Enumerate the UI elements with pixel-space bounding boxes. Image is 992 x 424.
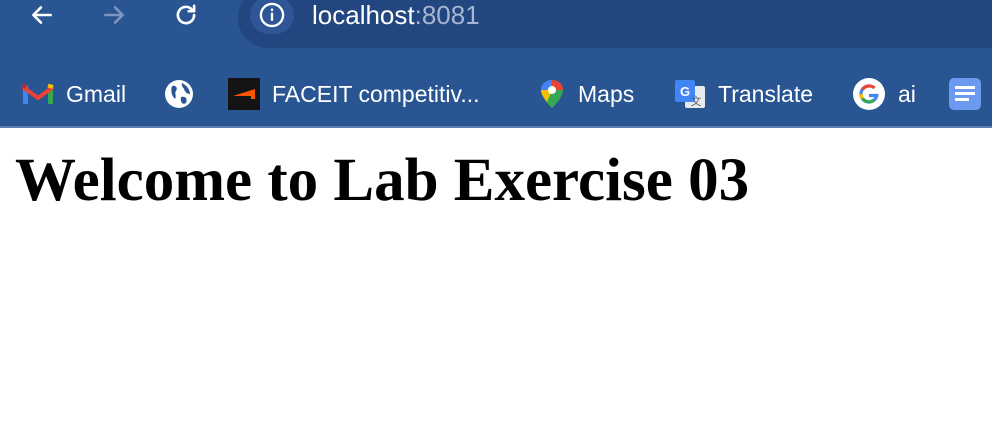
gmail-icon [22, 82, 54, 106]
arrow-right-icon [104, 6, 124, 24]
bookmark-label: Gmail [66, 80, 127, 107]
svg-text:文: 文 [691, 94, 702, 108]
bookmark-docs[interactable] [948, 74, 992, 114]
faceit-icon [228, 78, 260, 110]
url-host: localhost [312, 0, 415, 30]
bookmark-label: Translate [718, 80, 814, 107]
bookmark-label: Maps [578, 80, 635, 107]
bookmark-maps[interactable]: Maps [538, 74, 634, 114]
url-text[interactable]: localhost:8081 [312, 0, 480, 30]
arrow-left-icon [32, 6, 52, 24]
bookmark-translate[interactable]: G 文 Translate [674, 74, 813, 114]
toolbar-divider [0, 126, 992, 128]
forward-button[interactable] [92, 0, 136, 30]
url-port: :8081 [414, 0, 480, 30]
browser-chrome: localhost:8081 Gmail FACEIT competitiv..… [0, 0, 992, 128]
reload-icon [176, 4, 196, 25]
navigation-toolbar: localhost:8081 [0, 0, 992, 60]
maps-icon [538, 78, 566, 110]
bookmark-google-ai[interactable]: ai [852, 74, 916, 114]
back-button[interactable] [20, 0, 64, 30]
globe-icon [164, 79, 194, 109]
svg-text:G: G [680, 84, 690, 99]
page-heading: Welcome to Lab Exercise 03 [15, 147, 750, 214]
translate-icon: G 文 [674, 78, 706, 110]
info-icon [259, 2, 285, 28]
docs-icon [948, 77, 982, 111]
bookmark-label: ai [898, 80, 916, 107]
bookmarks-bar: Gmail FACEIT competitiv... Maps G 文 Tran… [0, 74, 992, 114]
site-info-button[interactable] [250, 0, 294, 34]
reload-button[interactable] [164, 0, 208, 30]
bookmark-globe[interactable] [164, 74, 206, 114]
google-icon [852, 77, 886, 111]
bookmark-label: FACEIT competitiv... [272, 80, 480, 107]
bookmark-gmail[interactable]: Gmail [22, 74, 126, 114]
bookmark-faceit[interactable]: FACEIT competitiv... [228, 74, 479, 114]
